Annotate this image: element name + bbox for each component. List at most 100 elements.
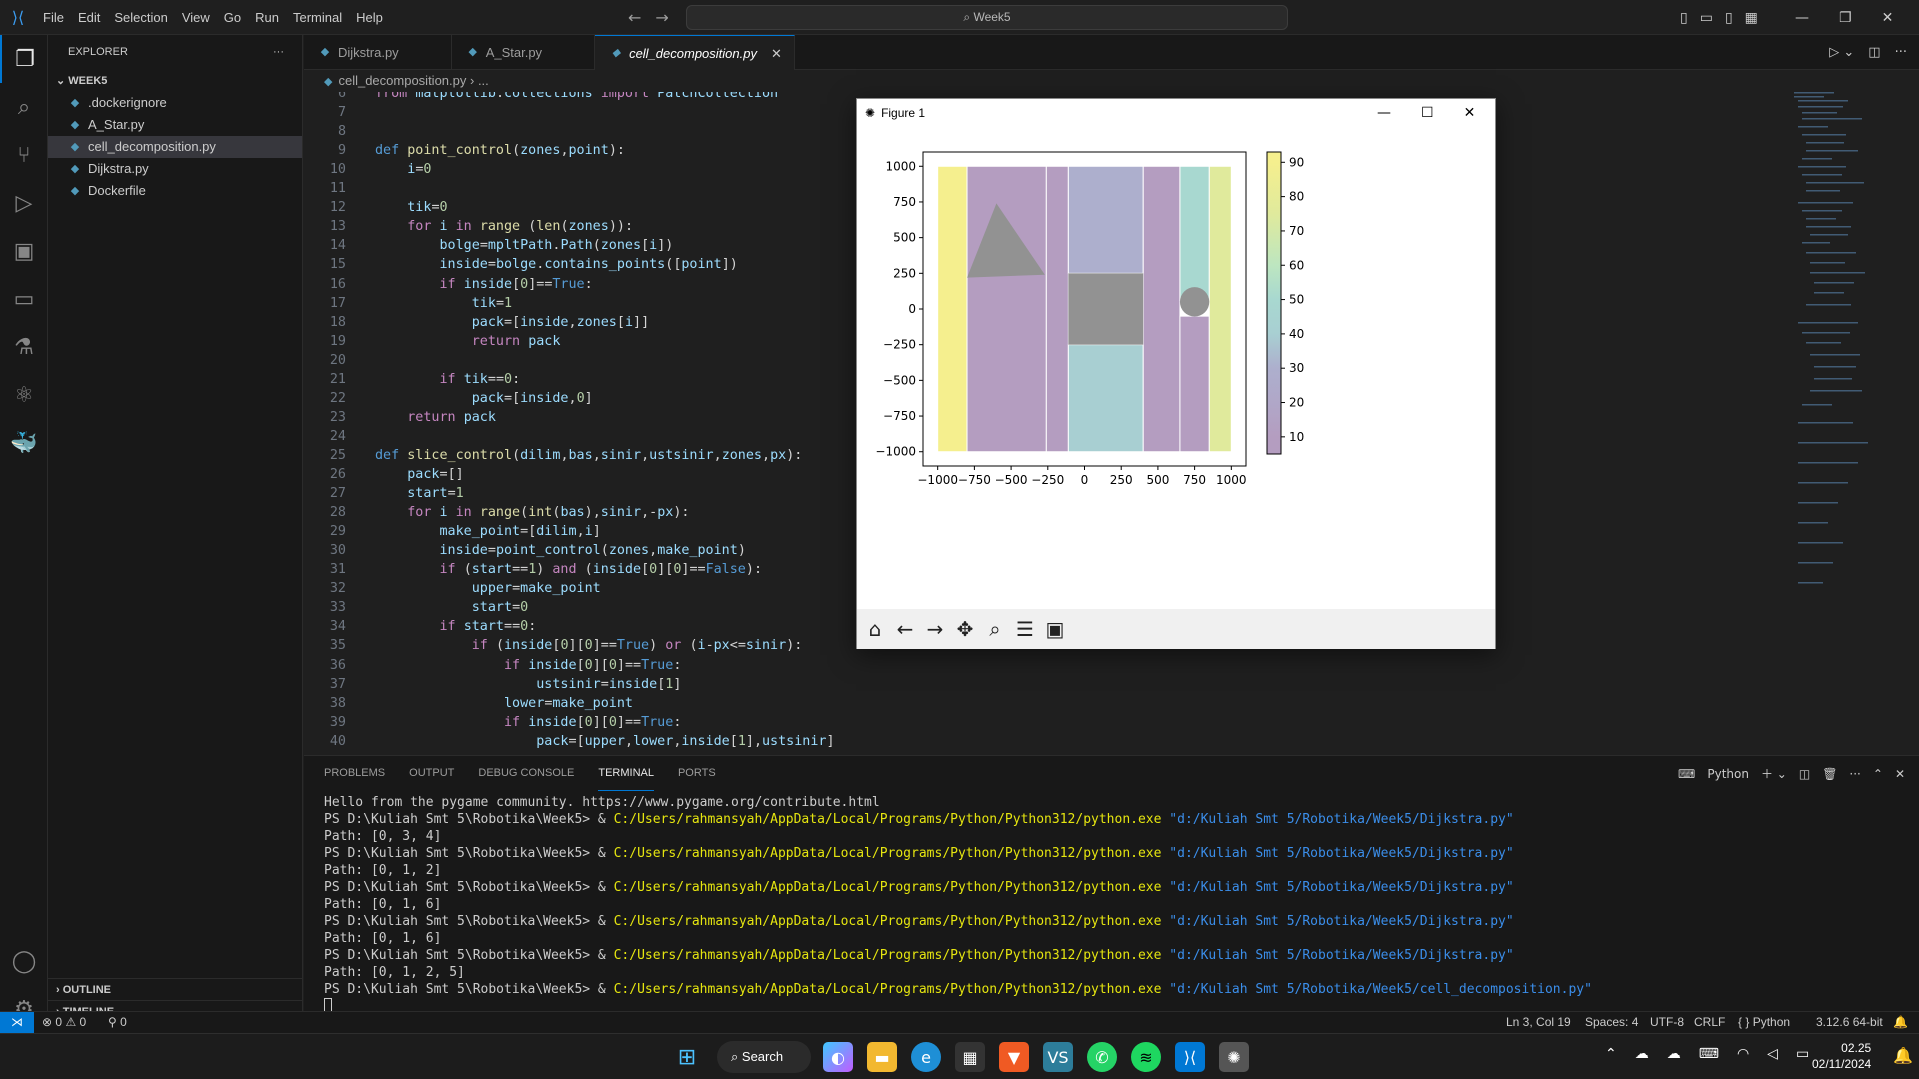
code-line[interactable]: 30 inside=point_control(zones,make_point… (304, 541, 746, 560)
terminal-shell-name[interactable]: Python (1707, 767, 1749, 781)
file-a-star[interactable]: ◆ A_Star.py (48, 114, 302, 136)
indentation[interactable]: Spaces: 4 (1585, 1012, 1638, 1033)
volume-icon[interactable]: ◁ (1767, 1046, 1778, 1062)
code-line[interactable]: 23 return pack (304, 408, 496, 427)
problems-status[interactable]: ⊗ 0 ⚠ 0 (42, 1012, 86, 1033)
explorer-icon[interactable]: ❐ (0, 35, 48, 83)
minimize-icon[interactable]: — (1377, 105, 1391, 121)
notifications-icon[interactable]: 🔔 (1893, 1046, 1913, 1065)
keyboard-icon[interactable]: ⌨ (1699, 1046, 1719, 1062)
cloud-icon[interactable]: ☁ (1635, 1046, 1649, 1062)
code-line[interactable]: 6 from matplotlib.collections import Patc… (304, 92, 778, 103)
menu-help[interactable]: Help (349, 0, 390, 35)
menu-selection[interactable]: Selection (107, 0, 174, 35)
code-line[interactable]: 14 bolge=mpltPath.Path(zones[i]) (304, 236, 673, 255)
visual-studio-icon[interactable]: VS (1043, 1042, 1073, 1072)
menu-file[interactable]: File (36, 0, 71, 35)
restore-icon[interactable]: ❐ (1839, 10, 1852, 26)
minimize-icon[interactable]: — (1795, 10, 1809, 26)
file-dockerfile[interactable]: ◆ Dockerfile (48, 180, 302, 202)
toggle-sidebar-icon[interactable]: ▯ (1680, 10, 1688, 26)
command-center-search[interactable]: ⌕ Week5 (686, 5, 1288, 30)
file-cell-decomposition[interactable]: ◆ cell_decomposition.py (48, 136, 302, 158)
run-icon[interactable]: ▷ ⌄ (1829, 45, 1854, 60)
windows-start-icon[interactable]: ⊞ (672, 1042, 702, 1072)
back-arrow-icon[interactable]: ← (628, 8, 641, 27)
code-line[interactable]: 36 if inside[0][0]==True: (304, 656, 682, 675)
vscode-taskbar-icon[interactable]: ⟩⟨ (1175, 1042, 1205, 1072)
brave-browser-icon[interactable]: ▼ (999, 1042, 1029, 1072)
code-line[interactable]: 15 inside=bolge.contains_points([point]) (304, 255, 738, 274)
code-line[interactable]: 38 lower=make_point (304, 694, 633, 713)
tab-ports[interactable]: PORTS (678, 756, 716, 791)
code-line[interactable]: 17 tik=1 (304, 294, 512, 313)
line-ending[interactable]: CRLF (1694, 1012, 1725, 1033)
minimap[interactable] (1794, 92, 1919, 754)
menu-go[interactable]: Go (217, 0, 248, 35)
file-dijkstra[interactable]: ◆ Dijkstra.py (48, 158, 302, 180)
encoding[interactable]: UTF-8 (1650, 1012, 1684, 1033)
more-icon[interactable]: ··· (1895, 45, 1907, 60)
code-line[interactable]: 26 pack=[] (304, 465, 464, 484)
split-editor-icon[interactable]: ◫ (1868, 45, 1880, 60)
code-line[interactable]: 22 pack=[inside,0] (304, 389, 593, 408)
code-line[interactable]: 19 return pack (304, 332, 561, 351)
file-dockerignore[interactable]: ◆ .dockerignore (48, 92, 302, 114)
code-line[interactable]: 12 tik=0 (304, 198, 448, 217)
tab-problems[interactable]: PROBLEMS (324, 756, 385, 791)
matplotlib-taskbar-icon[interactable]: ✺ (1219, 1042, 1249, 1072)
copilot-icon[interactable]: ◐ (823, 1042, 853, 1072)
menu-terminal[interactable]: Terminal (286, 0, 349, 35)
notifications-bell-icon[interactable]: 🔔 (1893, 1012, 1908, 1033)
run-debug-icon[interactable]: ▷ (0, 179, 48, 227)
cursor-position[interactable]: Ln 3, Col 19 (1506, 1012, 1571, 1033)
close-icon[interactable]: ✕ (1882, 10, 1894, 26)
code-line[interactable]: 8 (304, 122, 375, 141)
remote-explorer-icon[interactable]: ▭ (0, 275, 48, 323)
code-line[interactable]: 18 pack=[inside,zones[i]] (304, 313, 649, 332)
trash-icon[interactable]: 🗑 (1822, 767, 1837, 781)
save-icon[interactable]: ▣ (1043, 617, 1067, 641)
search-icon[interactable]: ⌕ (0, 83, 48, 131)
code-line[interactable]: 31 if (start==1) and (inside[0][0]==Fals… (304, 560, 762, 579)
remote-indicator-icon[interactable]: ⋊ (0, 1012, 34, 1033)
close-tab-icon[interactable]: ✕ (771, 36, 782, 71)
code-line[interactable]: 13 for i in range (len(zones)): (304, 217, 633, 236)
code-line[interactable]: 11 (304, 179, 375, 198)
onedrive-icon[interactable]: ☁ (1667, 1046, 1681, 1062)
battery-icon[interactable]: ▭ (1796, 1046, 1809, 1062)
tab-a-star[interactable]: ◆ A_Star.py (452, 35, 596, 70)
language-mode[interactable]: { } Python (1738, 1012, 1790, 1033)
cell-decomposition-plot[interactable]: −1000 −750 −500 −250 0 250 500 750 1000100075050… (857, 127, 1495, 609)
more-icon[interactable]: ··· (1849, 767, 1860, 781)
microsoft-store-icon[interactable]: ▦ (955, 1042, 985, 1072)
tab-dijkstra[interactable]: ◆ Dijkstra.py (304, 35, 452, 70)
code-line[interactable]: 27 start=1 (304, 484, 464, 503)
whatsapp-icon[interactable]: ✆ (1087, 1042, 1117, 1072)
maximize-icon[interactable]: ☐ (1421, 105, 1434, 121)
code-line[interactable]: 35 if (inside[0][0]==True) or (i-px<=sin… (304, 636, 802, 655)
code-line[interactable]: 39 if inside[0][0]==True: (304, 713, 682, 732)
tab-output[interactable]: OUTPUT (409, 756, 454, 791)
close-panel-icon[interactable]: ✕ (1895, 767, 1905, 781)
forward-arrow-icon[interactable]: → (655, 8, 668, 27)
clock[interactable]: 02.25 02/11/2024 (1812, 1040, 1871, 1072)
code-line[interactable]: 21 if tik==0: (304, 370, 520, 389)
extensions-icon[interactable]: ▣ (0, 227, 48, 275)
wifi-icon[interactable]: ◠ (1737, 1046, 1749, 1062)
code-line[interactable]: 20 (304, 351, 375, 370)
code-line[interactable]: 16 if inside[0]==True: (304, 275, 593, 294)
code-line[interactable]: 25 def slice_control(dilim,bas,sinir,usts… (304, 446, 802, 465)
code-line[interactable]: 29 make_point=[dilim,i] (304, 522, 601, 541)
tab-cell-decomposition[interactable]: ◆ cell_decomposition.py ✕ (595, 35, 795, 70)
taskbar-search[interactable]: ⌕ Search (717, 1041, 811, 1073)
code-line[interactable]: 32 upper=make_point (304, 579, 601, 598)
edge-browser-icon[interactable]: e (911, 1042, 941, 1072)
source-control-icon[interactable]: ⑂ (0, 131, 48, 179)
ports-status[interactable]: ⚲ 0 (108, 1012, 127, 1033)
close-icon[interactable]: ✕ (1464, 105, 1476, 121)
code-line[interactable]: 40 pack=[upper,lower,inside[1],ustsinir] (304, 732, 835, 751)
configure-subplots-icon[interactable]: ☰ (1013, 617, 1037, 641)
menu-edit[interactable]: Edit (71, 0, 107, 35)
code-line[interactable]: 24 (304, 427, 375, 446)
